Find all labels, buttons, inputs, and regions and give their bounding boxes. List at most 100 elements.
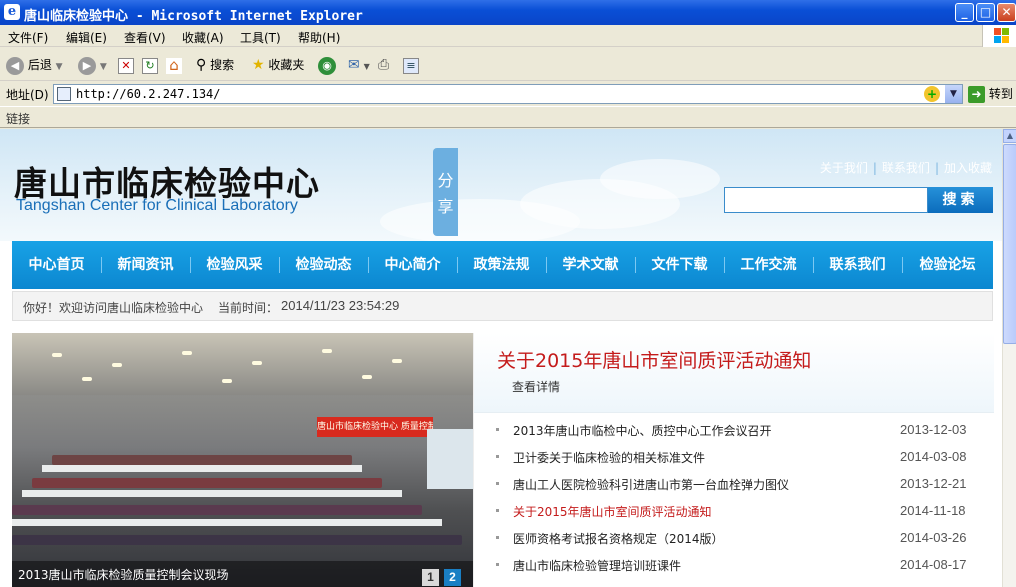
news-item[interactable]: 2013年唐山市临检中心、质控中心工作会议召开 2013-12-03 [474, 418, 994, 442]
address-url[interactable]: http://60.2.247.134/ [76, 87, 221, 101]
menu-file[interactable]: 文件(F) [8, 29, 48, 46]
bullet-icon [496, 536, 499, 539]
projection-screen [427, 429, 473, 489]
photo-ceiling [12, 333, 473, 395]
current-time: 2014/11/23 23:54:29 [281, 298, 400, 313]
site-subtitle: Tangshan Center for Clinical Laboratory [16, 197, 298, 214]
compat-icon[interactable]: + [924, 86, 940, 102]
edit-button[interactable]: ≡ [403, 55, 419, 75]
refresh-button[interactable]: ↻ [142, 55, 158, 75]
minimize-button[interactable]: _ [955, 3, 974, 22]
go-button[interactable]: ➜ 转到 [968, 85, 1013, 103]
nav-contact[interactable]: 联系我们 [813, 241, 902, 289]
forward-dropdown-icon[interactable]: ▼ [100, 62, 107, 72]
news-item[interactable]: 唐山市临床检验管理培训班课件 2014-08-17 [474, 553, 994, 577]
news-item[interactable]: 医师资格考试报名资格规定（2014版） 2014-03-26 [474, 526, 994, 550]
bullet-icon [496, 455, 499, 458]
nav-home[interactable]: 中心首页 [12, 241, 101, 289]
add-favorite-link[interactable]: 加入收藏 [944, 161, 992, 175]
welcome-bar: 你好！欢迎访问唐山临床检验中心 当前时间： 2014/11/23 23:54:2… [12, 291, 993, 321]
photo-slider[interactable]: 唐山市临床检验中心 质量控制工作会议 2013唐山市临床检验质量控制会议现场 1… [12, 333, 473, 587]
scroll-thumb[interactable] [1003, 144, 1016, 344]
about-us-link[interactable]: 关于我们 [820, 161, 868, 175]
nav-policy[interactable]: 政策法规 [457, 241, 546, 289]
mail-icon: ✉ [348, 57, 360, 73]
photo-caption: 2013唐山市临床检验质量控制会议现场 [18, 568, 229, 582]
nav-news[interactable]: 新闻资讯 [101, 241, 190, 289]
forward-button[interactable]: ▶ ▼ [78, 55, 107, 75]
nav-downloads[interactable]: 文件下载 [635, 241, 724, 289]
address-bar: 地址(D) http://60.2.247.134/ + ▼ ➜ 转到 [0, 82, 1016, 106]
close-button[interactable]: ✕ [997, 3, 1016, 22]
go-arrow-icon: ➜ [968, 86, 985, 103]
address-input[interactable]: http://60.2.247.134/ + ▼ [53, 84, 963, 104]
menu-favorites[interactable]: 收藏(A) [182, 29, 224, 46]
scroll-up-icon[interactable]: ▲ [1003, 129, 1016, 143]
view-details-link[interactable]: 查看详情 [512, 378, 560, 395]
back-arrow-icon: ◀ [6, 56, 24, 75]
menu-bar: 文件(F) 编辑(E) 查看(V) 收藏(A) 工具(T) 帮助(H) [0, 25, 1016, 47]
headline-box: 关于2015年唐山市室间质评活动通知 查看详情 [474, 333, 994, 413]
stop-icon: ✕ [118, 57, 134, 74]
vertical-scrollbar[interactable]: ▲ [1002, 129, 1016, 587]
maximize-button[interactable]: □ [976, 3, 995, 22]
site-header: 唐山市临床检验中心 Tangshan Center for Clinical L… [0, 129, 1002, 244]
window-title: 唐山临床检验中心 - Microsoft Internet Explorer [24, 9, 363, 24]
main-nav: 中心首页 新闻资讯 检验风采 检验动态 中心简介 政策法规 学术文献 文件下载 … [12, 241, 993, 289]
nav-exchange[interactable]: 工作交流 [724, 241, 813, 289]
nav-updates[interactable]: 检验动态 [279, 241, 368, 289]
address-dropdown-icon[interactable]: ▼ [945, 85, 962, 103]
window-titlebar: e 唐山临床检验中心 - Microsoft Internet Explorer… [0, 0, 1016, 25]
toolbar: ◀ 后退 ▼ ▶ ▼ ✕ ↻ ⌂ ⚲ 搜索 ★ 收藏夹 ◉ ✉ ▼ ⎙ ≡ [0, 48, 1016, 81]
page-viewport: 唐山市临床检验中心 Tangshan Center for Clinical L… [0, 129, 1002, 587]
nav-about[interactable]: 中心简介 [368, 241, 457, 289]
search-toolbar-button[interactable]: ⚲ 搜索 [196, 55, 234, 75]
back-button[interactable]: ◀ 后退 ▼ [6, 55, 63, 75]
slide-page-1[interactable]: 1 [422, 569, 439, 586]
top-links: 关于我们 | 联系我们 | 加入收藏 [819, 161, 992, 175]
printer-icon: ⎙ [378, 57, 390, 73]
edit-page-icon: ≡ [403, 57, 419, 74]
home-icon: ⌂ [166, 57, 182, 74]
stop-button[interactable]: ✕ [118, 55, 134, 75]
headline-title[interactable]: 关于2015年唐山市室间质评活动通知 [497, 346, 811, 373]
magnifier-icon: ⚲ [196, 57, 207, 73]
news-panel: 关于2015年唐山市室间质评活动通知 查看详情 2013年唐山市临检中心、质控中… [473, 333, 994, 587]
links-bar: 链接 [0, 106, 1016, 128]
welcome-message: 你好！欢迎访问唐山临床检验中心 [23, 301, 204, 315]
back-dropdown-icon[interactable]: ▼ [56, 62, 63, 72]
page-icon [57, 87, 71, 101]
media-button[interactable]: ◉ [318, 55, 336, 75]
home-button[interactable]: ⌂ [166, 55, 182, 75]
site-search-input[interactable] [724, 187, 928, 213]
news-item[interactable]: 关于2015年唐山市室间质评活动通知 2014-11-18 [474, 499, 994, 523]
site-search-button[interactable]: 搜索 [928, 187, 993, 213]
ie-app-icon: e [4, 4, 20, 20]
refresh-icon: ↻ [142, 57, 158, 74]
news-item[interactable]: 唐山工人医院检验科引进唐山市第一台血栓弹力图仪 2013-12-21 [474, 472, 994, 496]
contact-us-link[interactable]: 联系我们 [882, 161, 930, 175]
nav-showcase[interactable]: 检验风采 [190, 241, 279, 289]
nav-forum[interactable]: 检验论坛 [902, 241, 993, 289]
bullet-icon [496, 482, 499, 485]
slide-page-2[interactable]: 2 [444, 569, 461, 586]
time-label: 当前时间： [218, 301, 279, 315]
links-label[interactable]: 链接 [6, 110, 30, 127]
media-icon: ◉ [318, 56, 336, 75]
bullet-icon [496, 509, 499, 512]
menu-edit[interactable]: 编辑(E) [66, 29, 107, 46]
address-label: 地址(D) [6, 88, 49, 102]
bullet-icon [496, 428, 499, 431]
news-item[interactable]: 卫计委关于临床检验的相关标准文件 2014-03-08 [474, 445, 994, 469]
print-button[interactable]: ⎙ [378, 55, 389, 75]
bullet-icon [496, 563, 499, 566]
menu-tools[interactable]: 工具(T) [240, 29, 281, 46]
meeting-banner: 唐山市临床检验中心 质量控制工作会议 [317, 417, 433, 437]
star-icon: ★ [252, 57, 265, 73]
favorites-toolbar-button[interactable]: ★ 收藏夹 [252, 55, 304, 75]
nav-literature[interactable]: 学术文献 [546, 241, 635, 289]
mail-button[interactable]: ✉ ▼ [348, 55, 370, 75]
menu-help[interactable]: 帮助(H) [298, 29, 340, 46]
menu-view[interactable]: 查看(V) [124, 29, 166, 46]
share-tab[interactable]: 分享 [433, 148, 458, 236]
